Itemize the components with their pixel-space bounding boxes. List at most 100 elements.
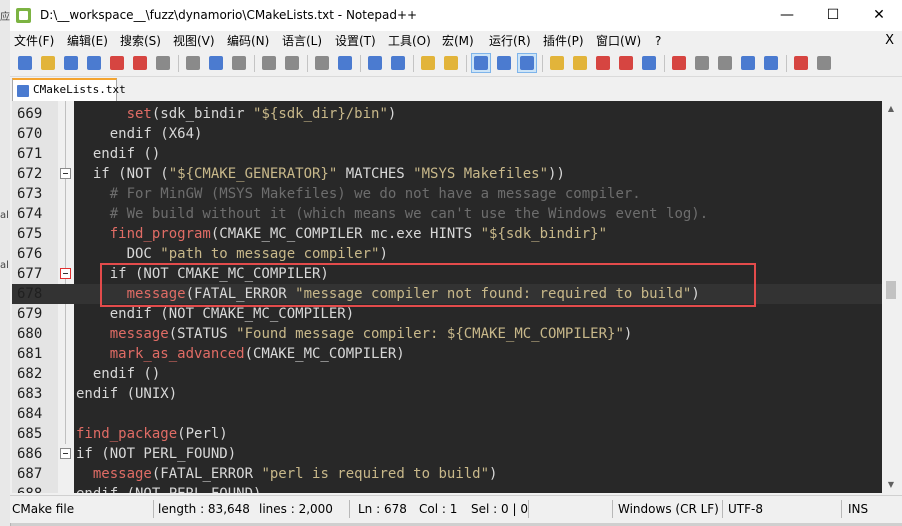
hex-editor-icon[interactable] (792, 54, 810, 72)
code-line[interactable]: 672 if (NOT ("${CMAKE_GENERATOR}" MATCHE… (12, 164, 882, 184)
line-number: 686 (17, 446, 43, 462)
line-number: 687 (17, 466, 43, 482)
code-line[interactable]: 680 message(STATUS "Found message compil… (12, 324, 882, 344)
save-macro-icon[interactable] (739, 54, 757, 72)
function-list-icon[interactable] (571, 54, 589, 72)
menu-plugins[interactable]: 插件(P) (543, 31, 584, 51)
line-number: 671 (17, 146, 43, 162)
tab-cmakelists[interactable]: CMakeLists.txt (12, 78, 126, 101)
menu-view[interactable]: 视图(V) (173, 31, 215, 51)
status-encoding[interactable]: UTF-8 (728, 496, 763, 522)
code-line[interactable]: 669 set(sdk_bindir "${sdk_dir}/bin") (12, 104, 882, 124)
status-lines: lines : 2,000 (259, 502, 333, 516)
status-eol[interactable]: Windows (CR LF) (618, 496, 719, 522)
code-line[interactable]: 676 DOC "path to message compiler") (12, 244, 882, 264)
sync-vertical-icon[interactable] (419, 54, 437, 72)
code-line[interactable]: 673 # For MinGW (MSYS Makefiles) we do n… (12, 184, 882, 204)
code-line[interactable]: 682 endif () (12, 364, 882, 384)
code-line[interactable]: 675 find_program(CMAKE_MC_COMPILER mc.ex… (12, 224, 882, 244)
code-line[interactable]: 687 message(FATAL_ERROR "perl is require… (12, 464, 882, 484)
code-line[interactable]: 688 endif (NOT PERL_FOUND) (12, 484, 882, 493)
menu-window[interactable]: 窗口(W) (596, 31, 641, 51)
function-list-icon-glyph (573, 56, 587, 70)
scroll-up-arrow-icon[interactable]: ▲ (882, 101, 900, 117)
code-line[interactable]: 686 if (NOT PERL_FOUND) (12, 444, 882, 464)
menu-macro[interactable]: 宏(M) (442, 31, 474, 51)
print-icon[interactable] (154, 54, 172, 72)
line-number: 685 (17, 426, 43, 442)
monitoring-icon[interactable] (617, 54, 635, 72)
code-text: # We build without it (which means we ca… (76, 206, 709, 222)
menu-settings[interactable]: 设置(T) (335, 31, 376, 51)
record-macro-icon[interactable] (640, 54, 658, 72)
code-text: DOC "path to message compiler") (76, 246, 388, 262)
code-line[interactable]: 677 if (NOT CMAKE_MC_COMPILER) (12, 264, 882, 284)
menu-search[interactable]: 搜索(S) (120, 31, 161, 51)
find-icon-glyph (315, 56, 329, 70)
doc-map-icon[interactable] (548, 54, 566, 72)
status-insert-mode[interactable]: INS (848, 496, 868, 522)
notepad-plus-plus-window: D:\__workspace__\fuzz\dynamorio\CMakeLis… (10, 0, 902, 523)
run-macro-multiple-icon[interactable] (716, 54, 734, 72)
save-icon[interactable] (62, 54, 80, 72)
undo-icon-glyph (262, 56, 276, 70)
title-bar: D:\__workspace__\fuzz\dynamorio\CMakeLis… (10, 0, 902, 31)
new-file-icon-glyph (18, 56, 32, 70)
paste-icon[interactable] (230, 54, 248, 72)
play-macro-icon[interactable] (693, 54, 711, 72)
folder-as-workspace-icon[interactable] (594, 54, 612, 72)
code-text: endif () (76, 146, 161, 162)
code-line[interactable]: 685 find_package(Perl) (12, 424, 882, 444)
replace-icon[interactable] (336, 54, 354, 72)
undo-icon[interactable] (260, 54, 278, 72)
maximize-button[interactable]: ☐ (810, 0, 856, 31)
menu-help[interactable]: ? (655, 31, 661, 51)
open-file-icon[interactable] (39, 54, 57, 72)
sync-horizontal-icon[interactable] (442, 54, 460, 72)
indent-guide-icon[interactable] (517, 53, 537, 73)
code-text: set(sdk_bindir "${sdk_dir}/bin") (126, 106, 397, 122)
minimize-button[interactable]: — (764, 0, 810, 31)
code-line[interactable]: 679 endif (NOT CMAKE_MC_COMPILER) (12, 304, 882, 324)
code-line[interactable]: 678 message(FATAL_ERROR "message compile… (12, 284, 882, 304)
cut-icon[interactable] (184, 54, 202, 72)
close-button[interactable]: ✕ (856, 0, 902, 31)
zoom-out-icon[interactable] (389, 54, 407, 72)
word-wrap-icon[interactable] (471, 53, 491, 73)
find-icon[interactable] (313, 54, 331, 72)
zoom-in-icon[interactable] (366, 54, 384, 72)
image-icon[interactable] (815, 54, 833, 72)
line-number: 682 (17, 366, 43, 382)
new-file-icon[interactable] (16, 54, 34, 72)
menu-encoding[interactable]: 编码(N) (227, 31, 269, 51)
menu-edit[interactable]: 编辑(E) (67, 31, 108, 51)
show-all-chars-icon-glyph (497, 56, 511, 70)
stop-record-icon[interactable] (670, 54, 688, 72)
menu-run[interactable]: 运行(R) (489, 31, 531, 51)
line-number: 680 (17, 326, 43, 342)
show-all-chars-icon[interactable] (495, 54, 513, 72)
close-all-icon[interactable] (131, 54, 149, 72)
menu-file[interactable]: 文件(F) (14, 31, 54, 51)
line-number: 669 (17, 106, 43, 122)
close-document-button[interactable]: X (885, 31, 894, 51)
code-line[interactable]: 670 endif (X64) (12, 124, 882, 144)
scrollbar-thumb[interactable] (886, 281, 896, 300)
save-all-icon-glyph (87, 56, 101, 70)
status-separator (841, 500, 842, 518)
spell-check-icon[interactable] (762, 54, 780, 72)
copy-icon[interactable] (207, 54, 225, 72)
code-line[interactable]: 683 endif (UNIX) (12, 384, 882, 404)
close-icon[interactable] (108, 54, 126, 72)
scroll-down-arrow-icon[interactable]: ▼ (882, 477, 900, 493)
menu-tools[interactable]: 工具(O) (388, 31, 431, 51)
menu-language[interactable]: 语言(L) (282, 31, 322, 51)
save-all-icon[interactable] (85, 54, 103, 72)
code-editor[interactable]: 669 set(sdk_bindir "${sdk_dir}/bin") 670 … (12, 101, 882, 493)
code-line[interactable]: 684 (12, 404, 882, 424)
redo-icon[interactable] (283, 54, 301, 72)
code-line[interactable]: 681 mark_as_advanced(CMAKE_MC_COMPILER) (12, 344, 882, 364)
code-line[interactable]: 671 endif () (12, 144, 882, 164)
code-line[interactable]: 674 # We build without it (which means w… (12, 204, 882, 224)
vertical-scrollbar[interactable]: ▲ ▼ (882, 101, 900, 493)
